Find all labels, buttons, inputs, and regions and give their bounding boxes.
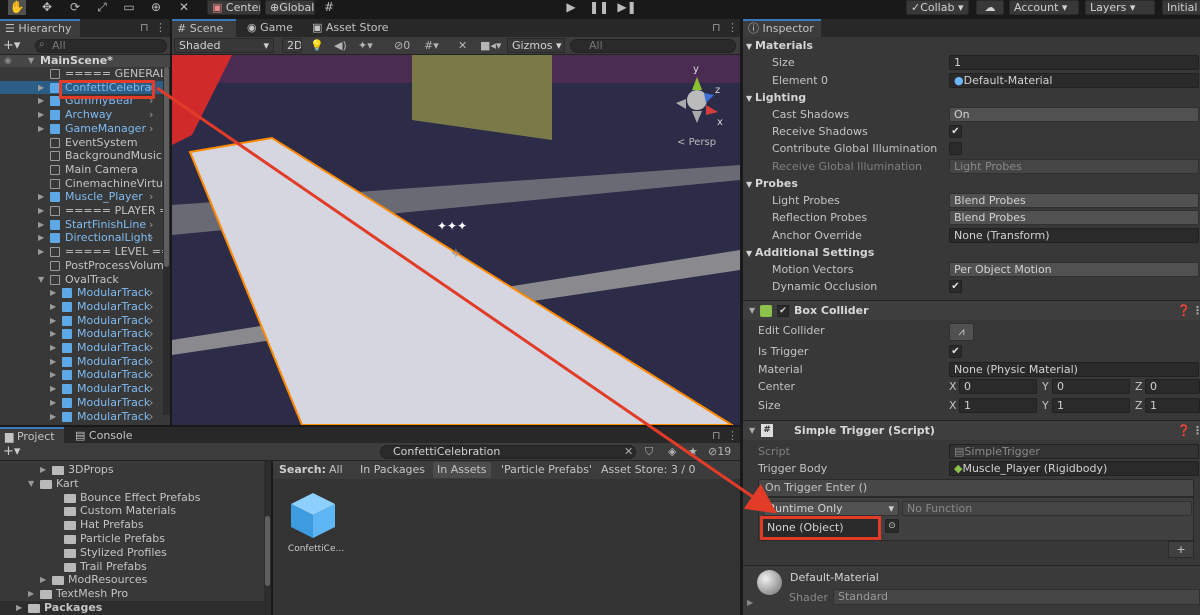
- drag-arrow: [156, 86, 777, 514]
- annotation-arrow: [156, 86, 777, 514]
